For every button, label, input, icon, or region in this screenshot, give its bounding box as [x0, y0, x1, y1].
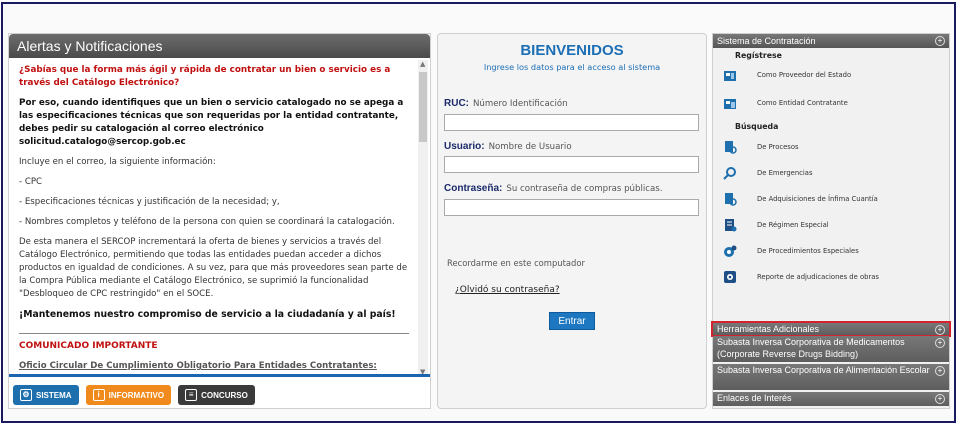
tab-informativo-label: INFORMATIVO — [108, 390, 165, 400]
expand-icon[interactable]: + — [935, 366, 945, 376]
tab-informativo[interactable]: i INFORMATIVO — [85, 385, 172, 405]
register-supplier-label: Como Proveedor del Estado — [757, 71, 852, 79]
remember-me[interactable]: Recordarme en este computador — [447, 258, 585, 268]
document-list-icon — [723, 218, 737, 232]
expand-icon[interactable]: + — [935, 338, 945, 348]
expand-icon[interactable]: + — [935, 325, 945, 335]
alert-item-specs: - Especificaciones técnicas y justificac… — [19, 197, 280, 207]
scroll-up-icon[interactable]: ▲ — [420, 60, 425, 68]
user-label-title: Usuario: — [444, 141, 485, 152]
magnifier-icon — [723, 166, 737, 180]
search-infima[interactable]: De Adquisiciones de Ínfima Cuantía — [723, 192, 948, 206]
login-panel: BIENVENIDOS Ingrese los datos para el ac… — [437, 33, 707, 409]
additional-tools-label: Herramientas Adicionales — [717, 324, 820, 334]
password-input[interactable] — [444, 199, 699, 216]
search-section-title: Búsqueda — [735, 122, 779, 131]
supplier-icon — [723, 68, 737, 82]
scroll-thumb[interactable] — [419, 72, 427, 142]
password-hint: Su contraseña de compras públicas. — [506, 184, 663, 194]
ruc-label-title: RUC: — [444, 98, 469, 109]
system-icon: ⚙ — [20, 389, 32, 401]
register-section-title: Regístrese — [735, 51, 782, 60]
medicines-auction-label: Subasta Inversa Corporativa de Medicamen… — [717, 337, 905, 359]
menu-header[interactable]: Sistema de Contratación + — [713, 34, 949, 48]
alert-paragraph-2: Incluye en el correo, la siguiente infor… — [19, 157, 216, 167]
alert-commitment: ¡Mantenemos nuestro compromiso de servic… — [19, 309, 396, 320]
ruc-hint: Número Identificación — [473, 99, 568, 109]
works-awards-report[interactable]: Reporte de adjudicaciones de obras — [723, 270, 948, 284]
entity-icon — [723, 96, 737, 110]
alerts-panel: Alertas y Notificaciones ¿Sabías que la … — [8, 33, 431, 409]
search-processes-label: De Procesos — [757, 143, 799, 151]
tab-concurso-label: CONCURSO — [201, 390, 248, 400]
contracting-menu: Sistema de Contratación + Regístrese Como… — [711, 33, 951, 409]
tab-concurso[interactable]: ≡ CONCURSO — [178, 385, 255, 405]
ruc-label: RUC: Número Identificación — [444, 98, 568, 109]
search-special-procedures[interactable]: De Procedimientos Especiales — [723, 244, 948, 258]
search-special-regime[interactable]: De Régimen Especial — [723, 218, 948, 232]
search-processes[interactable]: De Procesos — [723, 140, 948, 154]
school-food-auction-label: Subasta Inversa Corporativa de Alimentac… — [717, 365, 930, 375]
search-emergencies[interactable]: De Emergencias — [723, 166, 948, 180]
search-special-procedures-label: De Procedimientos Especiales — [757, 247, 859, 255]
forgot-password-link[interactable]: ¿Olvidó su contraseña? — [455, 285, 560, 295]
document-search-icon — [723, 192, 737, 206]
alert-item-cpc: - CPC — [19, 177, 43, 187]
register-entity-label: Como Entidad Contratante — [757, 99, 848, 107]
username-input[interactable] — [444, 156, 699, 173]
alerts-tabs: ⚙ SISTEMA i INFORMATIVO ≡ CONCURSO — [9, 374, 430, 408]
register-entity[interactable]: Como Entidad Contratante — [723, 96, 948, 110]
register-supplier[interactable]: Como Proveedor del Estado — [723, 68, 948, 82]
login-button[interactable]: Entrar — [549, 312, 595, 330]
alert-paragraph-3: De esta manera el SERCOP incrementará la… — [19, 237, 408, 299]
alerts-scrollbar[interactable]: ▲ ▼ — [418, 60, 428, 376]
tab-sistema-label: SISTEMA — [36, 390, 72, 400]
password-label: Contraseña: Su contraseña de compras públ… — [444, 183, 662, 194]
works-awards-report-label: Reporte de adjudicaciones de obras — [757, 273, 879, 281]
medicines-auction[interactable]: Subasta Inversa Corporativa de Medicamen… — [713, 336, 949, 362]
tab-sistema[interactable]: ⚙ SISTEMA — [13, 385, 79, 405]
alert-paragraph-1: Por eso, cuando identifiques que un bien… — [19, 98, 404, 147]
document-icon: ≡ — [185, 389, 198, 401]
alert-item-names: - Nombres completos y teléfono de la per… — [19, 217, 395, 227]
password-label-title: Contraseña: — [444, 183, 503, 194]
alerts-content: ¿Sabías que la forma más ágil y rápida d… — [9, 58, 419, 376]
search-emergencies-label: De Emergencias — [757, 169, 813, 177]
ruc-input[interactable] — [444, 114, 699, 131]
divider — [19, 333, 409, 334]
announcement-title: COMUNICADO IMPORTANTE — [19, 341, 158, 351]
expand-icon[interactable]: + — [935, 36, 945, 46]
welcome-title: BIENVENIDOS — [520, 42, 624, 59]
user-label: Usuario: Nombre de Usuario — [444, 141, 572, 152]
info-icon: i — [92, 389, 105, 401]
expand-icon[interactable]: + — [935, 394, 945, 404]
links-of-interest-label: Enlaces de Interés — [717, 393, 792, 403]
search-special-regime-label: De Régimen Especial — [757, 221, 829, 229]
school-food-auction[interactable]: Subasta Inversa Corporativa de Alimentac… — [713, 364, 949, 390]
alerts-title: Alertas y Notificaciones — [9, 34, 430, 58]
links-of-interest[interactable]: Enlaces de Interés + — [713, 392, 949, 406]
user-hint: Nombre de Usuario — [488, 142, 572, 152]
alert-question: ¿Sabías que la forma más ágil y rápida d… — [19, 65, 391, 88]
menu-header-label: Sistema de Contratación — [717, 36, 816, 46]
gears-icon — [723, 244, 737, 258]
additional-tools[interactable]: Herramientas Adicionales + — [711, 321, 951, 337]
welcome-subtitle: Ingrese los datos para el acceso al sist… — [483, 62, 661, 72]
processes-icon — [723, 140, 737, 154]
settings-icon — [723, 270, 737, 284]
search-infima-label: De Adquisiciones de Ínfima Cuantía — [757, 195, 878, 203]
